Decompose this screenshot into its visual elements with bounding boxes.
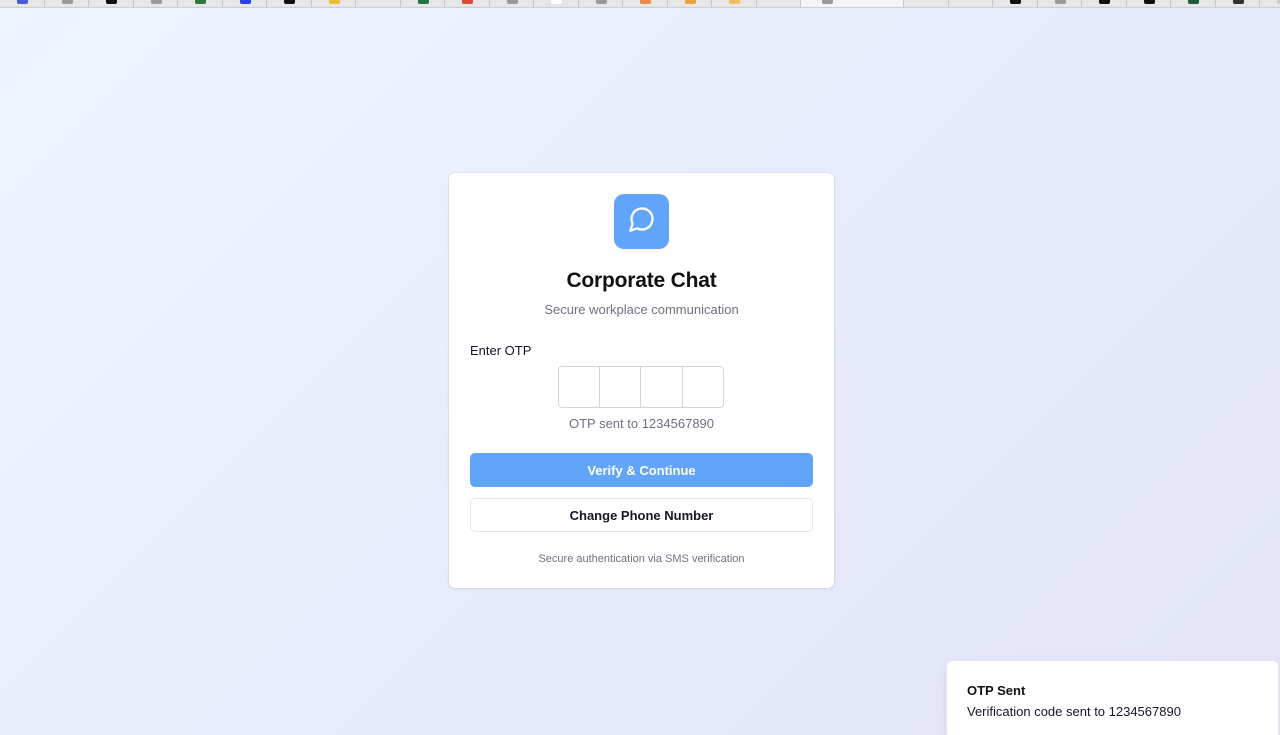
browser-tab[interactable] bbox=[1171, 0, 1216, 7]
tab-favicon-icon bbox=[195, 0, 206, 4]
tab-favicon-icon bbox=[417, 0, 429, 4]
change-phone-button[interactable]: Change Phone Number bbox=[470, 498, 813, 532]
tab-favicon-icon bbox=[551, 0, 562, 4]
browser-tab[interactable] bbox=[1216, 0, 1260, 7]
browser-tab[interactable] bbox=[1260, 0, 1280, 7]
tab-favicon-icon bbox=[1143, 0, 1155, 4]
tab-favicon-icon bbox=[965, 0, 977, 4]
browser-tab[interactable] bbox=[579, 0, 623, 7]
browser-tab[interactable] bbox=[993, 0, 1038, 7]
otp-sent-toast: OTP Sent Verification code sent to 12345… bbox=[946, 660, 1279, 735]
tab-favicon-icon bbox=[106, 0, 117, 4]
chat-bubble-icon bbox=[628, 205, 656, 238]
browser-tab[interactable] bbox=[178, 0, 223, 7]
browser-tab[interactable] bbox=[534, 0, 579, 7]
tab-favicon-icon bbox=[239, 0, 251, 4]
browser-tab[interactable] bbox=[45, 0, 89, 7]
browser-tab[interactable] bbox=[904, 0, 949, 7]
browser-tab[interactable] bbox=[267, 0, 312, 7]
browser-tab[interactable] bbox=[0, 0, 45, 7]
app-logo bbox=[614, 194, 669, 249]
browser-tab[interactable] bbox=[712, 0, 757, 7]
tab-favicon-icon bbox=[595, 0, 607, 4]
verify-continue-button[interactable]: Verify & Continue bbox=[470, 453, 813, 487]
auth-footnote: Secure authentication via SMS verificati… bbox=[538, 553, 745, 565]
tab-favicon-icon bbox=[1099, 0, 1110, 4]
browser-tab[interactable] bbox=[757, 0, 801, 7]
browser-tab[interactable] bbox=[223, 0, 267, 7]
tab-favicon-icon bbox=[822, 0, 833, 4]
tab-favicon-icon bbox=[1010, 0, 1021, 4]
browser-tab[interactable] bbox=[1038, 0, 1082, 7]
tab-favicon-icon bbox=[150, 0, 162, 4]
toast-description: Verification code sent to 1234567890 bbox=[967, 704, 1181, 719]
app-title: Corporate Chat bbox=[566, 269, 717, 292]
tab-favicon-icon bbox=[373, 0, 384, 4]
tab-favicon-icon bbox=[684, 0, 696, 4]
tab-favicon-icon bbox=[640, 0, 651, 4]
tab-favicon-icon bbox=[328, 0, 340, 4]
otp-input-group bbox=[558, 366, 724, 408]
otp-label: Enter OTP bbox=[470, 343, 532, 358]
otp-digit-4[interactable] bbox=[682, 366, 724, 408]
browser-tab[interactable] bbox=[949, 0, 993, 7]
browser-tab[interactable] bbox=[356, 0, 401, 7]
browser-tab[interactable] bbox=[1127, 0, 1171, 7]
otp-digit-3[interactable] bbox=[641, 366, 683, 408]
tab-favicon-icon bbox=[462, 0, 473, 4]
browser-tab[interactable] bbox=[134, 0, 178, 7]
tab-favicon-icon bbox=[921, 0, 932, 4]
browser-tab[interactable] bbox=[668, 0, 712, 7]
toast-title: OTP Sent bbox=[967, 683, 1026, 698]
tab-favicon-icon bbox=[729, 0, 740, 4]
browser-tab-strip bbox=[0, 0, 1280, 8]
tab-favicon-icon bbox=[773, 0, 785, 4]
browser-tab[interactable] bbox=[623, 0, 668, 7]
app-subtitle: Secure workplace communication bbox=[544, 302, 739, 317]
otp-digit-2[interactable] bbox=[599, 366, 641, 408]
otp-sent-text: OTP sent to 1234567890 bbox=[568, 416, 715, 431]
tab-favicon-icon bbox=[284, 0, 295, 4]
tab-favicon-icon bbox=[1188, 0, 1199, 4]
tab-favicon-icon bbox=[506, 0, 518, 4]
browser-tab[interactable] bbox=[445, 0, 490, 7]
browser-tab[interactable] bbox=[312, 0, 356, 7]
browser-tab[interactable] bbox=[490, 0, 534, 7]
browser-tab[interactable] bbox=[1082, 0, 1127, 7]
tab-favicon-icon bbox=[1054, 0, 1066, 4]
tab-favicon-icon bbox=[17, 0, 28, 4]
tab-favicon-icon bbox=[61, 0, 73, 4]
browser-tab[interactable] bbox=[89, 0, 134, 7]
otp-digit-1[interactable] bbox=[558, 366, 600, 408]
browser-tab[interactable] bbox=[401, 0, 445, 7]
tab-favicon-icon bbox=[1232, 0, 1244, 4]
login-card: Corporate Chat Secure workplace communic… bbox=[449, 173, 834, 588]
browser-tab[interactable] bbox=[801, 0, 904, 7]
